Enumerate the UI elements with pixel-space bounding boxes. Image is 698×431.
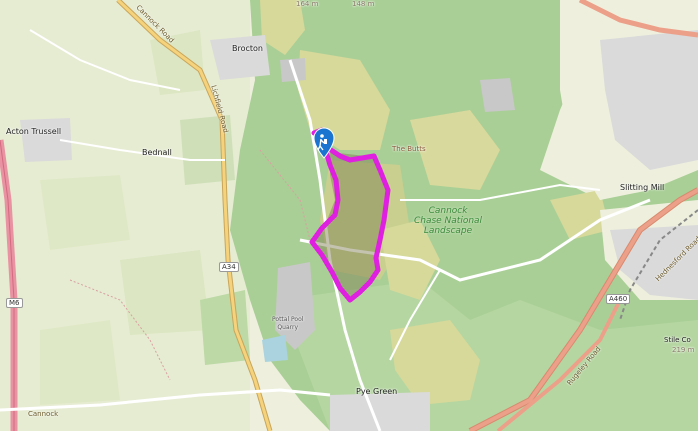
label-cannock-chase-line1: Cannock [428,206,468,216]
label-slitting-mill: Slitting Mill [620,183,665,192]
label-pye-green: Pye Green [356,387,398,396]
label-pottal-pool-line1: Pottal Pool [272,316,304,323]
map-canvas[interactable]: Acton Trussell Bednall Brocton Slitting … [0,0,698,431]
label-cannock-chase-line2: Chase National [413,216,483,226]
label-cannock-road-bottom: Cannock [28,410,59,418]
label-brocton: Brocton [232,44,263,53]
label-acton-trussell: Acton Trussell [6,127,62,136]
label-contour-164: 164 m [296,0,319,8]
label-pottal-pool-quarry: Pottal Pool Quarry [272,316,303,332]
label-stile-cop-height: 219 m [672,346,695,354]
hiking-person-icon [313,127,335,159]
label-bednall: Bednall [142,148,172,157]
label-cannock-chase: Cannock Chase National Landscape [408,206,488,236]
road-shield-m6: M6 [6,298,23,308]
road-shield-a460: A460 [606,294,631,304]
label-contour-148: 148 m [352,0,375,8]
road-shield-a34: A34 [219,262,239,272]
label-cannock-chase-line3: Landscape [423,226,473,236]
start-marker[interactable] [0,0,698,431]
label-pottal-pool-line2: Quarry [277,324,299,331]
label-stile-cop: Stile Co [664,336,691,344]
label-the-butts: The Butts [392,145,426,153]
